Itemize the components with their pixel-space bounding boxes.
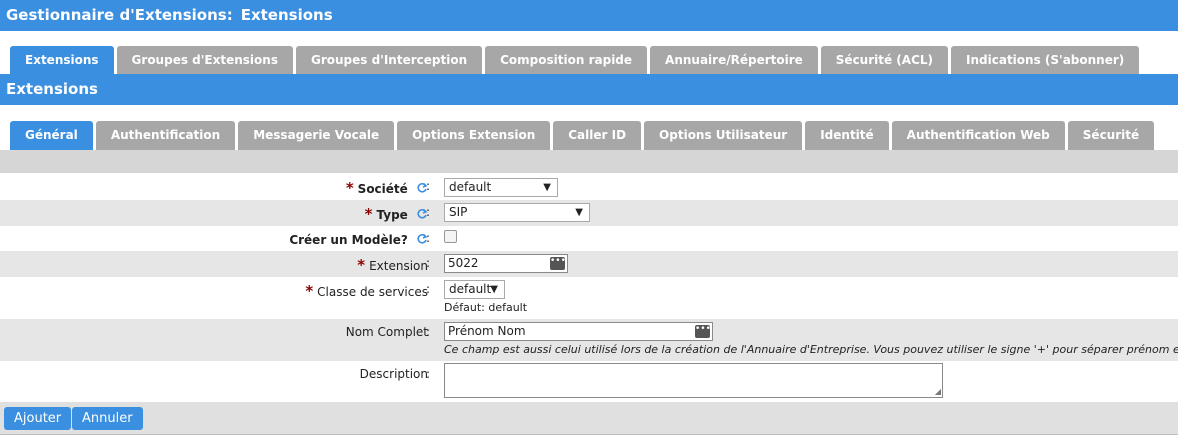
societe-select[interactable]: default ▼ [444, 178, 558, 197]
action-bar: Ajouter Annuler [0, 402, 1178, 435]
required-mark: * [345, 179, 354, 197]
extension-label: Extension [369, 259, 428, 273]
required-mark: * [364, 205, 373, 223]
main-tab-bar: Extensions Groupes d'Extensions Groupes … [10, 46, 1142, 74]
ajouter-button[interactable]: Ajouter [4, 407, 72, 430]
tab-groupes-interception[interactable]: Groupes d'Interception [295, 46, 483, 74]
nom-label: Nom Complet [345, 325, 428, 339]
more-icon[interactable]: ••• [695, 325, 711, 338]
classe-value: default [449, 282, 492, 296]
colon: : [426, 282, 431, 296]
tab-general[interactable]: Général [10, 121, 93, 150]
dropdown-arrow-icon: ▼ [575, 207, 583, 218]
type-label: Type [376, 208, 408, 222]
tab-identite[interactable]: Identité [805, 121, 889, 150]
type-value: SIP [449, 205, 468, 219]
row-nom-complet: Nom Complet : Prénom Nom ••• Ce champ es… [0, 319, 1178, 361]
tab-extensions[interactable]: Extensions [10, 46, 114, 74]
more-icon[interactable]: ••• [550, 257, 566, 270]
classe-label: Classe de services [317, 285, 428, 299]
tab-authentification-web[interactable]: Authentification Web [891, 121, 1065, 150]
tab-options-extension[interactable]: Options Extension [397, 121, 551, 150]
nom-value: Prénom Nom [448, 324, 526, 338]
tab-indications[interactable]: Indications (S'abonner) [951, 46, 1140, 74]
row-modele: Créer un Modèle? : [0, 226, 1178, 251]
row-description: Description : ◢ [0, 361, 1178, 402]
extension-value: 5022 [448, 256, 479, 270]
section-title: Extensions [0, 74, 1178, 105]
classe-select[interactable]: default ▼ [444, 280, 505, 299]
colon: : [426, 179, 431, 193]
tab-annuaire[interactable]: Annuaire/Répertoire [650, 46, 818, 74]
row-societe: * Société : default ▼ [0, 175, 1178, 200]
dropdown-arrow-icon: ▼ [543, 182, 551, 193]
description-label: Description [359, 367, 428, 381]
app-title: Gestionnaire d'Extensions: Extensions [0, 0, 1178, 31]
form-top-bar [0, 150, 1178, 173]
description-textarea[interactable]: ◢ [444, 363, 943, 398]
sub-tab-bar: Général Authentification Messagerie Voca… [10, 121, 1157, 150]
colon: : [426, 231, 431, 245]
extension-input[interactable]: 5022 ••• [444, 254, 568, 273]
modele-checkbox[interactable] [444, 230, 457, 243]
colon: : [426, 256, 431, 270]
societe-label: Société [357, 182, 408, 196]
required-mark: * [305, 282, 314, 300]
tab-options-utilisateur[interactable]: Options Utilisateur [644, 121, 803, 150]
nom-help-text: Ce champ est aussi celui utilisé lors de… [444, 343, 1178, 356]
nom-complet-input[interactable]: Prénom Nom ••• [444, 322, 713, 341]
resize-grip-icon[interactable]: ◢ [935, 387, 941, 396]
dropdown-arrow-icon: ▼ [490, 284, 498, 295]
classe-default-hint: Défaut: default [444, 301, 528, 314]
tab-composition-rapide[interactable]: Composition rapide [485, 46, 648, 74]
app-title-page: Extensions [240, 6, 333, 24]
tab-authentification[interactable]: Authentification [95, 121, 236, 150]
tab-groupes-extensions[interactable]: Groupes d'Extensions [116, 46, 293, 74]
row-extension: * Extension : 5022 ••• [0, 251, 1178, 277]
annuler-button[interactable]: Annuler [72, 407, 143, 430]
modele-label: Créer un Modèle? [289, 233, 408, 247]
type-select[interactable]: SIP ▼ [444, 203, 590, 222]
tab-messagerie-vocale[interactable]: Messagerie Vocale [238, 121, 395, 150]
row-classe-services: * Classe de services : default ▼ Défaut: … [0, 277, 1178, 319]
tab-caller-id[interactable]: Caller ID [553, 121, 642, 150]
app-title-prefix: Gestionnaire d'Extensions: [6, 6, 233, 24]
societe-value: default [449, 180, 492, 194]
required-mark: * [357, 256, 366, 274]
colon: : [426, 325, 431, 339]
colon: : [426, 367, 431, 381]
colon: : [426, 205, 431, 219]
tab-securite-acl[interactable]: Sécurité (ACL) [820, 46, 949, 74]
row-type: * Type : SIP ▼ [0, 200, 1178, 226]
tab-securite[interactable]: Sécurité [1067, 121, 1155, 150]
